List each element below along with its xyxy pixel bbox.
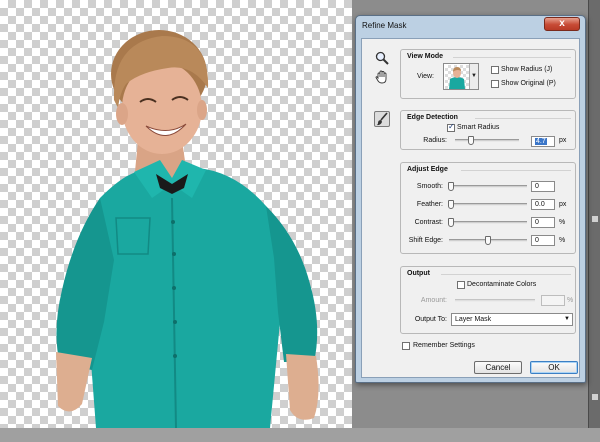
panel-marker — [592, 216, 598, 222]
output-heading: Output — [407, 270, 430, 277]
amount-unit: % — [567, 297, 574, 304]
document-canvas[interactable] — [0, 0, 352, 428]
masked-person-photo — [56, 30, 319, 428]
view-mode-picker[interactable]: ▼ — [443, 63, 479, 90]
refine-mask-dialog: Refine Mask x View Mode View: ▼ Show Rad… — [355, 15, 586, 383]
contrast-unit: % — [559, 219, 566, 226]
radius-slider-thumb[interactable] — [468, 136, 474, 145]
contrast-slider-track[interactable] — [449, 221, 527, 224]
radius-input[interactable]: 4.7 — [531, 136, 555, 147]
dialog-titlebar[interactable]: Refine Mask x — [356, 16, 585, 38]
shift-edge-input[interactable]: 0 — [531, 235, 555, 246]
hand-icon — [375, 70, 387, 84]
smart-radius-checkbox[interactable] — [447, 122, 455, 132]
adjust-edge-heading: Adjust Edge — [407, 166, 448, 173]
panel-marker — [592, 394, 598, 400]
chevron-down-icon: ▼ — [469, 64, 478, 89]
view-label: View: — [417, 73, 434, 80]
view-thumbnail-image — [449, 67, 465, 89]
shift-edge-label: Shift Edge: — [408, 237, 443, 244]
amount-slider-track[interactable] — [455, 299, 535, 302]
output-to-label: Output To: — [414, 316, 447, 323]
feather-label: Feather: — [416, 201, 443, 208]
show-radius-checkbox[interactable] — [491, 66, 499, 74]
refine-radius-brush-icon — [376, 112, 388, 126]
smooth-slider-thumb[interactable] — [448, 182, 454, 191]
smooth-input[interactable]: 0 — [531, 181, 555, 192]
output-group: Output Decontaminate Colors Amount: % Ou… — [400, 266, 576, 334]
shift-edge-slider-thumb[interactable] — [485, 236, 491, 245]
dialog-title: Refine Mask — [362, 21, 407, 30]
close-icon: x — [559, 18, 565, 29]
divider — [441, 274, 571, 275]
close-button[interactable]: x — [544, 17, 580, 31]
view-mode-heading: View Mode — [407, 53, 444, 60]
chevron-down-icon: ▼ — [564, 316, 570, 322]
contrast-label: Contrast: — [414, 219, 443, 226]
refine-radius-tool[interactable] — [374, 111, 390, 127]
show-original-checkbox[interactable] — [491, 80, 499, 88]
amount-label: Amount: — [420, 297, 447, 304]
radius-label: Radius: — [423, 137, 447, 144]
output-to-value: Layer Mask — [455, 316, 492, 323]
divider — [453, 57, 571, 58]
contrast-slider-thumb[interactable] — [448, 218, 454, 227]
show-radius-label: Show Radius (J) — [501, 66, 553, 73]
edge-detection-group: Edge Detection Smart Radius Radius: 4.7 … — [400, 110, 576, 150]
contrast-input[interactable]: 0 — [531, 217, 555, 228]
remember-settings-checkbox[interactable] — [402, 342, 410, 350]
panel-edge-strip — [588, 0, 600, 442]
dialog-body: View Mode View: ▼ Show Radius (J) Show O… — [361, 38, 580, 378]
feather-unit: px — [559, 201, 567, 208]
remember-settings-label: Remember Settings — [413, 342, 475, 349]
amount-input[interactable] — [541, 295, 565, 306]
output-to-select[interactable]: Layer Mask ▼ — [451, 313, 573, 326]
feather-input[interactable]: 0.0 — [531, 199, 555, 210]
zoom-icon — [375, 51, 389, 65]
feather-slider-track[interactable] — [449, 203, 527, 206]
feather-slider-thumb[interactable] — [448, 200, 454, 209]
adjust-edge-group: Adjust Edge Smooth: 0 Feather: 0.0 px Co… — [400, 162, 576, 254]
view-mode-group: View Mode View: ▼ Show Radius (J) Show O… — [400, 49, 576, 99]
smart-radius-label: Smart Radius — [457, 124, 500, 131]
smooth-slider-track[interactable] — [449, 185, 527, 188]
divider — [475, 118, 571, 119]
decontaminate-checkbox[interactable] — [457, 281, 465, 289]
edge-detection-heading: Edge Detection — [407, 114, 458, 121]
zoom-tool[interactable] — [374, 50, 390, 66]
radius-unit: px — [559, 137, 567, 144]
radius-slider-track[interactable] — [455, 139, 519, 142]
hand-tool[interactable] — [374, 69, 390, 85]
view-thumbnail — [445, 65, 469, 89]
divider — [461, 170, 571, 171]
decontaminate-label: Decontaminate Colors — [467, 281, 537, 288]
radius-value: 4.7 — [535, 138, 547, 145]
canvas-bottom-bar — [0, 428, 600, 442]
cancel-button[interactable]: Cancel — [474, 361, 522, 374]
show-original-label: Show Original (P) — [501, 80, 556, 87]
ok-button[interactable]: OK — [530, 361, 578, 374]
shift-edge-unit: % — [559, 237, 566, 244]
smooth-label: Smooth: — [416, 183, 443, 190]
